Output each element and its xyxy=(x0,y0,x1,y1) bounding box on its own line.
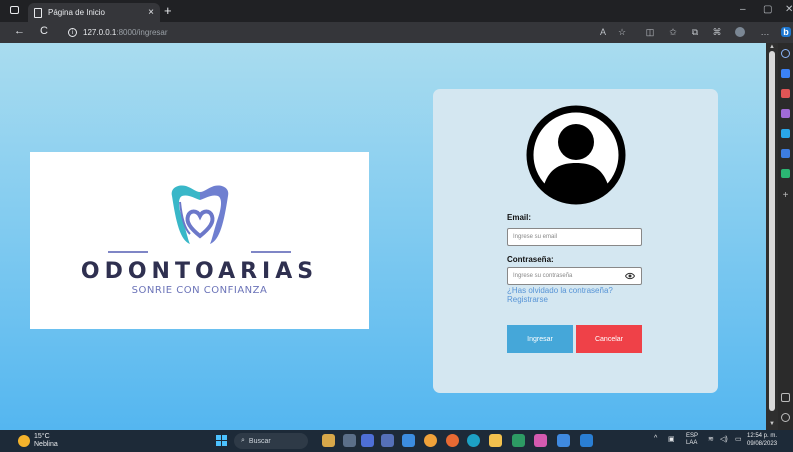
logo-line-left xyxy=(108,251,148,253)
taskbar-app2-icon[interactable] xyxy=(512,434,525,447)
back-button[interactable]: ← xyxy=(14,25,25,37)
page-icon xyxy=(34,7,42,18)
taskbar-app-icon[interactable] xyxy=(402,434,415,447)
battery-icon[interactable]: ▭ xyxy=(735,435,742,443)
taskbar-teams-icon[interactable] xyxy=(381,434,394,447)
taskbar-chat-icon[interactable] xyxy=(361,434,374,447)
favorites-icon[interactable]: ✩ xyxy=(668,27,678,37)
browser-titlebar: Página de Inicio × + – ▢ ✕ xyxy=(0,0,793,22)
sidebar-outlook-icon[interactable] xyxy=(781,149,790,158)
browser-tab[interactable]: Página de Inicio × xyxy=(28,3,160,22)
url-host: 127.0.0.1 xyxy=(83,28,117,37)
browser-sidebar: + xyxy=(778,43,793,430)
taskbar-widgets-icon[interactable] xyxy=(322,434,335,447)
scroll-down-icon[interactable]: ▼ xyxy=(769,421,775,427)
register-link[interactable]: Registrarse xyxy=(507,295,548,304)
taskbar-edge-icon[interactable] xyxy=(467,434,480,447)
restore-button[interactable]: ▢ xyxy=(763,4,772,15)
password-placeholder: Ingrese su contraseña xyxy=(513,273,573,279)
read-aloud-icon[interactable]: A xyxy=(598,27,608,37)
collections-icon[interactable]: ⧉ xyxy=(690,27,700,37)
email-label: Email: xyxy=(507,213,532,222)
clock-time: 12:54 p. m. xyxy=(747,433,778,439)
volume-icon[interactable]: ◁) xyxy=(720,435,728,443)
new-tab-button[interactable]: + xyxy=(164,3,172,18)
weather-condition: Neblina xyxy=(34,441,58,448)
taskbar-clock[interactable]: 12:54 p. m. 09/08/2023 xyxy=(747,432,777,448)
weather-temperature: 15°C xyxy=(34,433,50,440)
keyboard-layout: LAA xyxy=(686,440,698,446)
wifi-icon[interactable]: ≋ xyxy=(708,435,714,443)
minimize-button[interactable]: – xyxy=(740,4,746,15)
sidebar-settings-icon[interactable] xyxy=(781,413,790,422)
copilot-icon[interactable]: b xyxy=(781,27,791,37)
taskbar-vscode-icon[interactable] xyxy=(580,434,593,447)
language-code: ESP xyxy=(686,433,699,439)
taskbar-search[interactable]: ⌕ Buscar xyxy=(234,433,308,449)
logo-line-right xyxy=(251,251,291,253)
profile-avatar[interactable] xyxy=(735,27,745,37)
email-placeholder: Ingrese su email xyxy=(513,234,558,240)
sidebar-add-icon[interactable]: + xyxy=(781,191,790,201)
sidebar-panel-icon[interactable] xyxy=(781,393,790,402)
password-label: Contraseña: xyxy=(507,255,554,264)
site-info-icon[interactable]: i xyxy=(68,28,77,37)
logo-card: ODONTOARIAS SONRIE CON CONFIANZA xyxy=(30,152,369,329)
scroll-up-icon[interactable]: ▲ xyxy=(769,44,775,50)
forgot-password-link[interactable]: ¿Has olvidado la contraseña? xyxy=(507,286,613,295)
sidebar-drop-icon[interactable] xyxy=(781,169,790,178)
more-menu-icon[interactable]: … xyxy=(760,27,770,37)
logo-tagline: SONRIE CON CONFIANZA xyxy=(131,285,268,296)
password-field[interactable]: Ingrese su contraseña xyxy=(507,267,642,285)
sidebar-tools-icon[interactable] xyxy=(781,69,790,78)
logo-name: ODONTOARIAS xyxy=(80,259,319,284)
tab-title: Página de Inicio xyxy=(48,8,105,17)
sidebar-office-icon[interactable] xyxy=(781,129,790,138)
taskbar-task-view-icon[interactable] xyxy=(343,434,356,447)
email-field[interactable]: Ingrese su email xyxy=(507,228,642,246)
tray-app-icon[interactable]: ▣ xyxy=(668,435,675,443)
split-screen-icon[interactable]: ◫ xyxy=(645,27,655,37)
taskbar-app4-icon[interactable] xyxy=(557,434,570,447)
start-button[interactable] xyxy=(216,435,227,446)
extension-icon[interactable]: ⌘ xyxy=(712,27,722,37)
favorite-star-icon[interactable]: ☆ xyxy=(617,27,627,37)
login-button[interactable]: Ingresar xyxy=(507,325,573,353)
close-window-button[interactable]: ✕ xyxy=(785,4,793,15)
page-scrollbar[interactable]: ▲ ▼ xyxy=(766,43,778,430)
tab-actions-icon[interactable] xyxy=(10,6,19,14)
show-password-icon[interactable] xyxy=(625,271,635,281)
address-input[interactable]: i 127.0.0.1:8000/ingresar xyxy=(62,25,642,40)
tab-close-button[interactable]: × xyxy=(148,7,154,18)
search-label: Buscar xyxy=(248,437,271,445)
sidebar-search-icon[interactable] xyxy=(781,49,790,58)
url-path: :8000/ingresar xyxy=(116,28,168,37)
taskbar-firefox-icon[interactable] xyxy=(446,434,459,447)
sidebar-games-icon[interactable] xyxy=(781,109,790,118)
taskbar: 15°C Neblina ⌕ Buscar ^ ▣ ESP LAA ≋ ◁) ▭… xyxy=(0,430,793,452)
page-viewport: ODONTOARIAS SONRIE CON CONFIANZA Email: … xyxy=(0,43,766,430)
tray-overflow-icon[interactable]: ^ xyxy=(654,435,657,442)
taskbar-app3-icon[interactable] xyxy=(534,434,547,447)
user-avatar-icon xyxy=(526,105,626,205)
search-icon: ⌕ xyxy=(241,437,245,444)
language-indicator[interactable]: ESP LAA xyxy=(686,433,698,447)
cancel-button[interactable]: Cancelar xyxy=(576,325,642,353)
taskbar-explorer-icon[interactable] xyxy=(489,434,502,447)
clock-date: 09/08/2023 xyxy=(747,441,778,447)
weather-icon xyxy=(18,435,30,447)
tooth-logo-icon xyxy=(171,185,229,244)
address-toolbar: ← C i 127.0.0.1:8000/ingresar A ☆ ◫ ✩ ⧉ … xyxy=(0,22,793,43)
weather-widget[interactable]: 15°C Neblina xyxy=(18,433,58,449)
taskbar-chrome-icon[interactable] xyxy=(424,434,437,447)
sidebar-shopping-icon[interactable] xyxy=(781,89,790,98)
scrollbar-thumb[interactable] xyxy=(769,51,775,411)
reload-button[interactable]: C xyxy=(40,25,48,37)
login-card: Email: Ingrese su email Contraseña: Ingr… xyxy=(433,89,718,393)
